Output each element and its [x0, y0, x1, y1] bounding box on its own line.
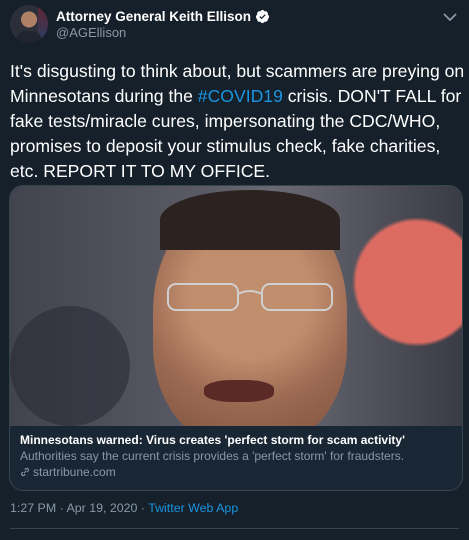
verified-badge-icon [255, 9, 270, 23]
avatar[interactable] [10, 5, 48, 43]
hashtag-link[interactable]: #COVID19 [198, 86, 283, 106]
tweet-timestamp[interactable]: 1:27 PM · Apr 19, 2020 · [10, 501, 148, 515]
link-icon [21, 467, 29, 477]
author-block: Attorney General Keith Ellison @AGElliso… [56, 8, 270, 41]
chevron-down-icon[interactable] [443, 12, 457, 22]
source-app-link[interactable]: Twitter Web App [148, 501, 238, 515]
author-handle[interactable]: @AGEllison [56, 25, 270, 41]
tweet-text: It's disgusting to think about, but scam… [10, 59, 466, 184]
card-image-background-shape [10, 306, 130, 426]
card-image-mouth [204, 380, 274, 402]
card-image-hair [160, 190, 340, 250]
card-image[interactable] [10, 186, 462, 426]
card-description: Authorities say the current crisis provi… [20, 449, 405, 463]
avatar-suit [16, 31, 42, 43]
card-domain: startribune.com [33, 465, 116, 479]
divider [10, 528, 459, 529]
card-domain-row: startribune.com [20, 464, 452, 480]
card-title[interactable]: Minnesotans warned: Virus creates 'perfe… [20, 432, 452, 449]
tweet-meta: 1:27 PM · Apr 19, 2020 · Twitter Web App [10, 501, 238, 515]
author-name[interactable]: Attorney General Keith Ellison [56, 8, 251, 25]
author-name-row[interactable]: Attorney General Keith Ellison [56, 8, 270, 25]
card-image-glasses [167, 283, 333, 311]
tweet-header: Attorney General Keith Ellison @AGElliso… [10, 5, 270, 43]
link-card[interactable]: Minnesotans warned: Virus creates 'perfe… [9, 185, 463, 491]
card-body[interactable]: Minnesotans warned: Virus creates 'perfe… [10, 426, 462, 480]
